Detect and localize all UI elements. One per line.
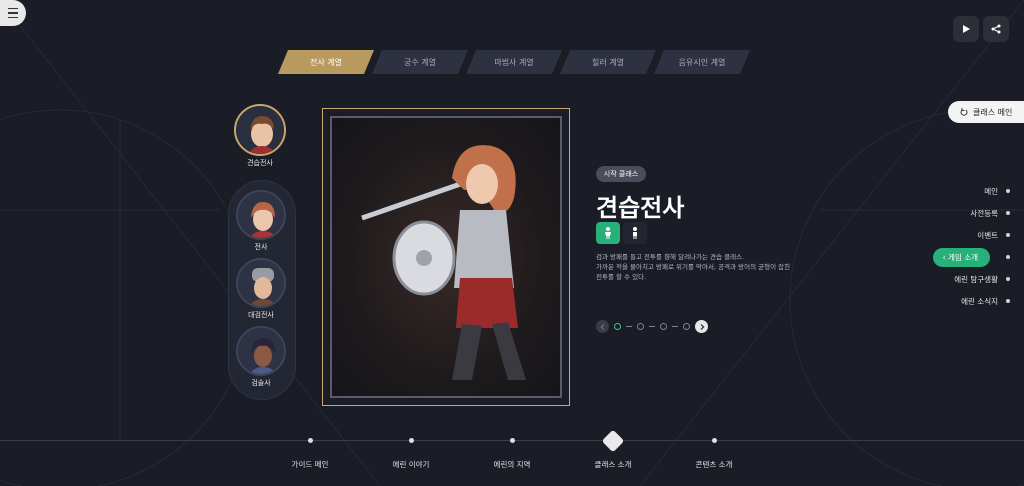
tab-warrior[interactable]: 전사 계열	[278, 50, 374, 74]
class-item-greatsword[interactable]: 대검전사	[236, 258, 286, 320]
side-nav-game-intro[interactable]: ‹ 게임 소개	[914, 246, 1024, 268]
pager-dot[interactable]	[637, 323, 644, 330]
nav-dot-icon	[307, 438, 313, 443]
class-name: 견습전사	[596, 194, 685, 222]
nav-dot-icon	[1006, 233, 1010, 237]
side-navigation: 메인 사전등록 이벤트 ‹ 게임 소개 에린 탐구생활 에린 소식지	[914, 180, 1024, 312]
bottom-nav-label: 가이드 메인	[291, 460, 329, 469]
image-pager	[596, 320, 708, 333]
share-icon	[991, 24, 1001, 34]
play-button[interactable]	[953, 16, 979, 42]
side-nav-erin-news[interactable]: 에린 소식지	[914, 290, 1024, 312]
class-main-button[interactable]: 클래스 메인	[948, 101, 1024, 123]
menu-icon	[8, 6, 18, 20]
class-label: 검술사	[251, 379, 271, 387]
description-line: 검과 방패를 들고 전투를 향해 달려나가는 견습 클래스.	[596, 253, 745, 261]
pager-dot[interactable]	[614, 323, 621, 330]
class-description: 검과 방패를 들고 전투를 향해 달려나가는 견습 클래스. 가까운 적을 물아…	[596, 252, 796, 282]
character-art-icon	[361, 145, 526, 380]
character-illustration	[330, 116, 562, 398]
female-icon	[605, 227, 611, 239]
bottom-nav-label: 에린 이야기	[392, 460, 430, 469]
side-nav-label: 에린 탐구생활	[954, 274, 998, 284]
pager-divider	[672, 326, 678, 327]
male-icon	[633, 227, 637, 239]
class-label: 전사	[254, 243, 268, 251]
bottom-nav-label: 콘텐츠 소개	[695, 460, 733, 469]
bottom-nav-label: 에린의 지역	[493, 460, 531, 469]
side-nav-label: 게임 소개	[948, 252, 978, 262]
character-portrait-icon	[238, 260, 284, 306]
class-item-warrior[interactable]: 전사	[236, 190, 286, 252]
side-nav-main[interactable]: 메인	[914, 180, 1024, 202]
nav-dot-icon	[1006, 211, 1010, 215]
bottom-nav-erin-region[interactable]: 에린의 지역	[462, 434, 562, 470]
bottom-nav-content-intro[interactable]: 콘텐츠 소개	[664, 434, 764, 470]
bottom-nav-erin-story[interactable]: 에린 이야기	[361, 434, 461, 470]
pager-dot[interactable]	[660, 323, 667, 330]
class-label: 대검전사	[248, 311, 274, 319]
chevron-left-icon	[600, 323, 604, 330]
tab-archer[interactable]: 궁수 계열	[372, 50, 468, 74]
description-line: 가까운 적을 물아치고 방패로 위기를 막아서, 공격과 방어의 균형이 잡힌	[596, 263, 791, 271]
nav-dot-icon	[1006, 255, 1010, 259]
tab-healer[interactable]: 힐러 계열	[560, 50, 656, 74]
play-icon	[963, 25, 970, 33]
nav-dot-icon	[509, 438, 515, 443]
chevron-right-icon	[700, 323, 704, 330]
side-nav-event[interactable]: 이벤트	[914, 224, 1024, 246]
character-portrait-icon	[238, 192, 284, 238]
class-label: 견습전사	[247, 159, 273, 167]
tab-mage[interactable]: 마법사 계열	[466, 50, 562, 74]
side-nav-label: 에린 소식지	[961, 296, 998, 306]
side-nav-preregister[interactable]: 사전등록	[914, 202, 1024, 224]
prev-button[interactable]	[596, 320, 609, 333]
character-portrait-icon	[236, 106, 284, 154]
nav-dot-icon	[1006, 299, 1010, 303]
pager-dot[interactable]	[683, 323, 690, 330]
bottom-nav-class-intro[interactable]: 클래스 소개	[563, 429, 663, 470]
class-category-tabs: 전사 계열 궁수 계열 마법사 계열 힐러 계열 음유시인 계열	[278, 50, 748, 74]
active-nav-pill: ‹ 게임 소개	[932, 247, 990, 267]
avatar	[236, 190, 286, 240]
male-toggle[interactable]	[623, 222, 647, 244]
bottom-nav-label: 클래스 소개	[594, 460, 632, 469]
side-nav-label: 이벤트	[977, 230, 998, 240]
tab-bard[interactable]: 음유시인 계열	[654, 50, 750, 74]
back-arrow-icon	[960, 108, 968, 116]
character-portrait-icon	[238, 328, 284, 374]
side-nav-label: 메인	[984, 186, 998, 196]
nav-dot-icon	[711, 438, 717, 443]
bottom-navigation: 가이드 메인 에린 이야기 에린의 지역 클래스 소개 콘텐츠 소개	[260, 429, 770, 484]
nav-dot-icon	[1006, 277, 1010, 281]
class-item-swordsman[interactable]: 검술사	[236, 326, 286, 388]
avatar	[234, 104, 286, 156]
class-item-base[interactable]: 견습전사	[234, 104, 286, 168]
next-button[interactable]	[695, 320, 708, 333]
avatar	[236, 258, 286, 308]
avatar	[236, 326, 286, 376]
bottom-nav-guide-main[interactable]: 가이드 메인	[260, 434, 360, 470]
pager-divider	[626, 326, 632, 327]
side-nav-erin-life[interactable]: 에린 탐구생활	[914, 268, 1024, 290]
hamburger-menu-button[interactable]	[0, 0, 26, 26]
start-class-badge: 시작 클래스	[596, 166, 646, 182]
description-line: 전투를 할 수 있다.	[596, 273, 647, 281]
share-button[interactable]	[983, 16, 1009, 42]
active-diamond-icon	[601, 429, 625, 453]
nav-dot-icon	[408, 438, 414, 443]
pager-divider	[649, 326, 655, 327]
nav-dot-icon	[1006, 189, 1010, 193]
side-nav-label: 사전등록	[970, 208, 998, 218]
female-toggle[interactable]	[596, 222, 620, 244]
class-main-label: 클래스 메인	[973, 107, 1013, 117]
